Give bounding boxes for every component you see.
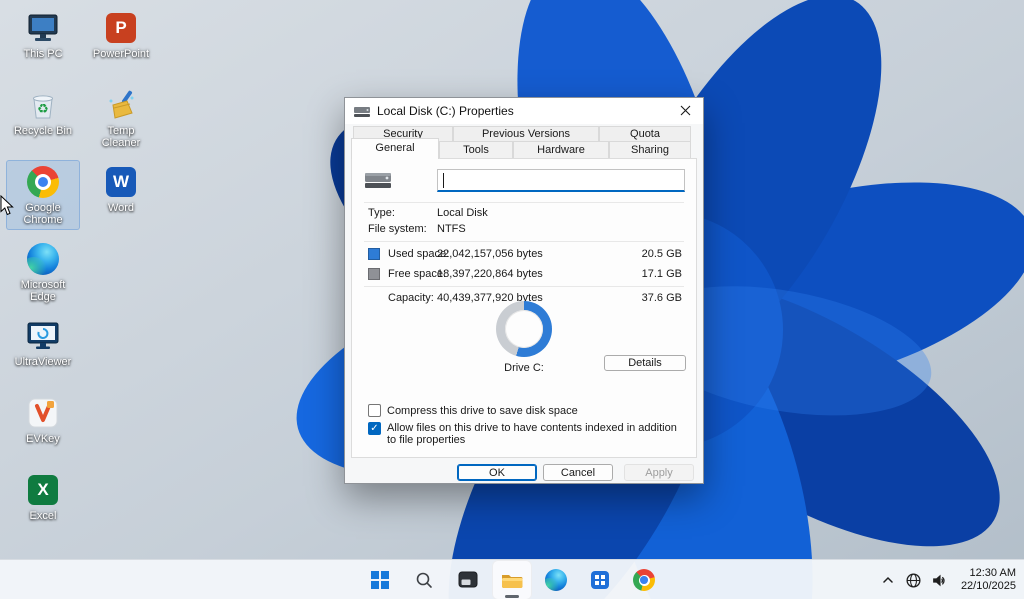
text-caret	[443, 173, 444, 188]
desktop-icon-powerpoint[interactable]: PowerPoint	[84, 6, 158, 64]
taskbar-clock[interactable]: 12:30 AM 22/10/2025	[957, 567, 1016, 593]
separator	[364, 202, 684, 203]
compress-checkbox[interactable]	[368, 404, 381, 417]
filesystem-label: File system:	[368, 223, 427, 235]
desktop-icon-word[interactable]: Word	[84, 160, 158, 218]
compress-checkbox-label: Compress this drive to save disk space	[387, 405, 578, 417]
desktop-icon-label: This PC	[23, 48, 63, 60]
details-button[interactable]: Details	[604, 355, 686, 371]
evkey-icon	[26, 397, 60, 429]
speaker-icon[interactable]	[931, 572, 948, 589]
dialog-title-bar[interactable]: Local Disk (C:) Properties	[345, 98, 703, 124]
cancel-button[interactable]: Cancel	[543, 464, 613, 481]
desktop-icon-google-chrome[interactable]: Google Chrome	[6, 160, 80, 230]
file-explorer-button[interactable]	[492, 560, 532, 599]
powerpoint-icon	[104, 12, 138, 44]
desktop-icon-label: EVKey	[26, 433, 60, 445]
desktop-icon-evkey[interactable]: EVKey	[6, 391, 80, 449]
chevron-up-icon[interactable]	[880, 572, 896, 588]
used-space-bytes: 22,042,157,056 bytes	[437, 248, 543, 260]
tab-tools[interactable]: Tools	[439, 141, 513, 159]
open-app-indicator	[505, 595, 519, 598]
blue-grid-app-icon	[591, 571, 609, 589]
windows-logo-icon	[371, 571, 389, 589]
edge-icon	[26, 243, 60, 275]
tab-quota[interactable]: Quota	[599, 126, 691, 142]
start-button[interactable]	[360, 560, 400, 599]
separator	[364, 241, 684, 242]
network-globe-icon[interactable]	[905, 572, 922, 589]
search-button[interactable]	[404, 560, 444, 599]
edge-icon	[545, 569, 567, 591]
chrome-icon	[26, 166, 60, 198]
index-checkbox-label: Allow files on this drive to have conten…	[387, 422, 677, 446]
properties-dialog: Local Disk (C:) Properties Security Prev…	[344, 97, 704, 484]
desktop-icon-label: Google Chrome	[23, 202, 63, 226]
index-checkbox[interactable]	[368, 422, 381, 435]
desktop-icon-label: Excel	[29, 510, 57, 522]
close-icon[interactable]	[667, 98, 703, 123]
chrome-icon	[633, 569, 655, 591]
desktop-icon-excel[interactable]: Excel	[6, 468, 80, 526]
clock-date: 22/10/2025	[960, 580, 1016, 592]
tab-previous-versions[interactable]: Previous Versions	[453, 126, 599, 142]
desktop-icon-recycle-bin[interactable]: ♻ Recycle Bin	[6, 83, 80, 141]
recycle-bin-icon: ♻	[26, 89, 60, 121]
desktop-icon-label: Recycle Bin	[13, 125, 73, 137]
volume-label-input[interactable]	[437, 169, 685, 192]
disk-usage-donut	[496, 301, 552, 357]
svg-text:♻: ♻	[37, 102, 49, 117]
excel-icon	[26, 474, 60, 506]
apply-button[interactable]: Apply	[624, 464, 694, 481]
desktop-icon-label: PowerPoint	[92, 48, 150, 60]
dark-window-app-button[interactable]	[448, 560, 488, 599]
desktop-icon-ultraviewer[interactable]: UltraViewer	[6, 314, 80, 372]
capacity-label: Capacity:	[388, 292, 434, 304]
taskbar: 12:30 AM 22/10/2025	[0, 559, 1024, 599]
tab-general[interactable]: General	[351, 138, 439, 159]
volume-label-field-wrap	[437, 169, 685, 192]
free-space-bytes: 18,397,220,864 bytes	[437, 268, 543, 280]
ultraviewer-icon	[26, 320, 60, 352]
free-space-swatch	[368, 268, 380, 280]
dark-window-icon	[458, 571, 478, 588]
desktop-icon-label: UltraViewer	[14, 356, 72, 368]
system-tray: 12:30 AM 22/10/2025	[880, 560, 1016, 599]
broom-icon	[104, 89, 138, 121]
drive-icon	[365, 173, 391, 188]
clock-time: 12:30 AM	[969, 567, 1016, 579]
general-tab-page: Type: Local Disk File system: NTFS Used …	[351, 158, 697, 458]
desktop-icon-label: Word	[107, 202, 135, 214]
desktop-icon-label: Microsoft Edge	[20, 279, 66, 303]
edge-button[interactable]	[536, 560, 576, 599]
used-space-swatch	[368, 248, 380, 260]
capacity-size: 37.6 GB	[641, 292, 682, 304]
dialog-title: Local Disk (C:) Properties	[377, 104, 514, 118]
desktop-icon-label: Temp Cleaner	[101, 125, 141, 149]
this-pc-icon	[26, 12, 60, 44]
type-value: Local Disk	[437, 207, 488, 219]
drive-small-icon	[354, 106, 370, 117]
desktop-icon-temp-cleaner[interactable]: Temp Cleaner	[84, 83, 158, 153]
file-explorer-icon	[502, 575, 523, 588]
tab-sharing[interactable]: Sharing	[609, 141, 691, 159]
desktop-icon-this-pc[interactable]: This PC	[6, 6, 80, 64]
ok-button[interactable]: OK	[457, 464, 537, 481]
separator	[364, 286, 684, 287]
word-icon	[104, 166, 138, 198]
tab-hardware[interactable]: Hardware	[513, 141, 609, 159]
free-space-size: 17.1 GB	[641, 268, 682, 280]
taskbar-center	[0, 560, 1024, 599]
type-label: Type:	[368, 207, 395, 219]
used-space-size: 20.5 GB	[641, 248, 682, 260]
desktop-icon-microsoft-edge[interactable]: Microsoft Edge	[6, 237, 80, 307]
tab-strip: Security Previous Versions Quota General…	[351, 126, 697, 159]
blue-grid-app-button[interactable]	[580, 560, 620, 599]
filesystem-value: NTFS	[437, 223, 466, 235]
search-icon	[416, 572, 432, 588]
chrome-button[interactable]	[624, 560, 664, 599]
